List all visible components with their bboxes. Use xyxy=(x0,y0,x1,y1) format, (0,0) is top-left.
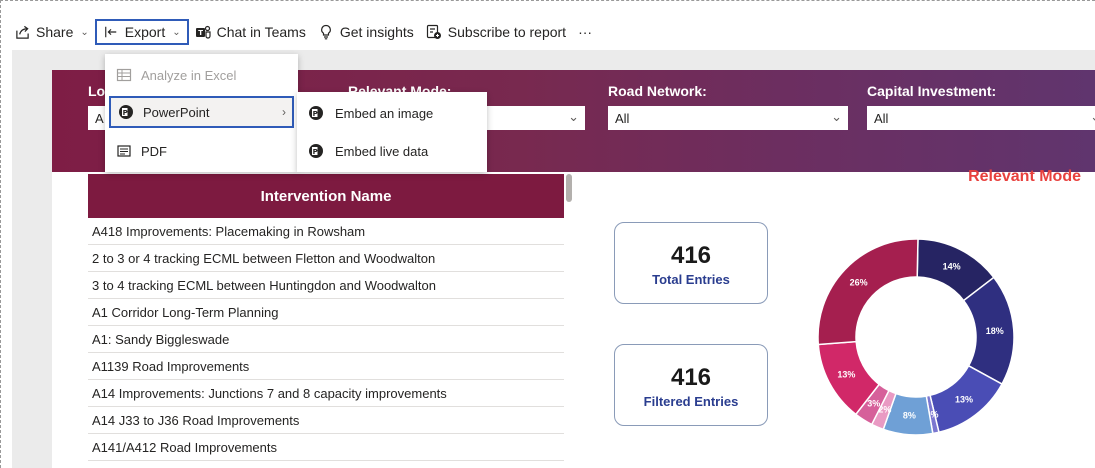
donut-title: Relevant Mode xyxy=(968,168,1081,185)
excel-icon xyxy=(115,66,133,84)
chevron-down-icon: ⌄ xyxy=(1090,109,1095,125)
intervention-table: Intervention Name A418 Improvements: Pla… xyxy=(88,174,564,461)
powerpoint-icon: P xyxy=(307,104,325,122)
slicer-value: All xyxy=(874,110,889,126)
chat-in-teams-label: Chat in Teams xyxy=(216,24,306,40)
slicer-dropdown[interactable]: All ⌄ xyxy=(867,106,1095,130)
slicer-dropdown[interactable]: All ⌄ xyxy=(608,106,848,130)
export-menu: Analyze in Excel P PowerPoint › PDF xyxy=(105,54,298,172)
filtered-entries-card: 416 Filtered Entries xyxy=(614,344,768,426)
card-value: 416 xyxy=(670,364,712,391)
donut-slice[interactable] xyxy=(817,238,919,346)
capital-investment-slicer[interactable]: Capital Investment: All ⌄ xyxy=(867,83,1095,130)
table-row[interactable]: 3 to 4 tracking ECML between Huntingdon … xyxy=(88,272,564,299)
table-row[interactable]: A1139 Road Improvements xyxy=(88,353,564,380)
subscribe-button[interactable]: Subscribe to report xyxy=(420,17,572,47)
total-entries-card: 416 Total Entries xyxy=(614,222,768,304)
pdf-item[interactable]: PDF xyxy=(105,132,298,170)
more-icon: ··· xyxy=(578,24,593,40)
card-value: 416 xyxy=(670,242,712,269)
table-row[interactable]: A14 Improvements: Junctions 7 and 8 capa… xyxy=(88,380,564,407)
embed-image-item[interactable]: P Embed an image xyxy=(297,94,487,132)
menu-item-label: Embed live data xyxy=(335,143,429,159)
slicer-title: Road Network: xyxy=(608,83,707,99)
menu-item-label: Embed an image xyxy=(335,105,434,121)
chevron-down-icon: ⌄ xyxy=(80,26,89,38)
chevron-down-icon: ⌄ xyxy=(568,109,579,124)
pdf-icon xyxy=(115,142,133,160)
svg-text:P: P xyxy=(313,110,318,118)
table-row[interactable]: A14 J33 to J36 Road Improvements xyxy=(88,407,564,434)
subscribe-label: Subscribe to report xyxy=(447,24,567,40)
card-label: Filtered Entries xyxy=(643,394,739,409)
donut-slice-label: 8% xyxy=(903,411,916,421)
subscribe-icon xyxy=(426,24,442,40)
relevant-mode-donut[interactable]: 14%18%13%1%8%2%3%13%26% xyxy=(798,222,1048,452)
teams-icon: T xyxy=(195,24,211,40)
export-icon xyxy=(103,24,119,40)
svg-text:P: P xyxy=(123,109,128,117)
get-insights-button[interactable]: Get insights xyxy=(312,17,420,47)
svg-text:P: P xyxy=(313,148,318,156)
table-row[interactable]: A418 Improvements: Placemaking in Rowsha… xyxy=(88,218,564,245)
embed-live-data-item[interactable]: P Embed live data xyxy=(297,132,487,170)
menu-item-label: PDF xyxy=(141,143,167,159)
export-label: Export xyxy=(124,24,166,40)
road-network-slicer[interactable]: Road Network: All ⌄ xyxy=(608,83,848,130)
share-label: Share xyxy=(36,24,74,40)
canvas-frame-top xyxy=(0,0,1095,1)
menu-item-label: PowerPoint xyxy=(143,104,210,120)
canvas-frame-left xyxy=(0,0,1,468)
powerpoint-icon: P xyxy=(117,103,135,121)
menu-item-label: Analyze in Excel xyxy=(141,67,237,83)
card-label: Total Entries xyxy=(652,272,730,287)
export-button[interactable]: Export ⌄ xyxy=(94,19,189,45)
slicer-value: All xyxy=(615,110,630,126)
more-options-button[interactable]: ··· xyxy=(572,17,598,47)
report-toolbar: Share ⌄ Export ⌄ T Chat in Teams Get ins… xyxy=(8,17,598,47)
donut-slice-label: 13% xyxy=(837,369,855,379)
table-row[interactable]: A1: Sandy Biggleswade xyxy=(88,326,564,353)
table-scrollbar[interactable] xyxy=(566,174,572,202)
chevron-down-icon: ⌄ xyxy=(831,109,842,124)
share-icon xyxy=(14,24,30,40)
get-insights-label: Get insights xyxy=(339,24,414,40)
share-button[interactable]: Share ⌄ xyxy=(8,17,95,47)
powerpoint-submenu: P Embed an image P Embed live data xyxy=(297,92,487,172)
donut-slice-label: 13% xyxy=(955,395,973,405)
table-row[interactable]: 2 to 3 or 4 tracking ECML between Fletto… xyxy=(88,245,564,272)
table-header[interactable]: Intervention Name xyxy=(88,174,564,218)
powerpoint-item[interactable]: P PowerPoint › xyxy=(109,96,294,128)
slicer-title: Capital Investment: xyxy=(867,83,997,99)
table-row[interactable]: A141/A412 Road Improvements xyxy=(88,434,564,461)
svg-text:T: T xyxy=(198,29,203,37)
chat-in-teams-button[interactable]: T Chat in Teams xyxy=(189,17,312,47)
donut-slice-label: 26% xyxy=(850,278,868,288)
donut-slice-label: 3% xyxy=(867,399,880,409)
analyze-in-excel-item[interactable]: Analyze in Excel xyxy=(105,56,298,94)
lightbulb-icon xyxy=(318,24,334,40)
chevron-right-icon: › xyxy=(282,105,286,119)
donut-slice-label: 14% xyxy=(943,262,961,272)
slicer-value: A xyxy=(95,110,104,126)
donut-slice-label: 18% xyxy=(986,326,1004,336)
powerpoint-icon: P xyxy=(307,142,325,160)
chevron-down-icon: ⌄ xyxy=(172,26,181,38)
table-row[interactable]: A1 Corridor Long-Term Planning xyxy=(88,299,564,326)
